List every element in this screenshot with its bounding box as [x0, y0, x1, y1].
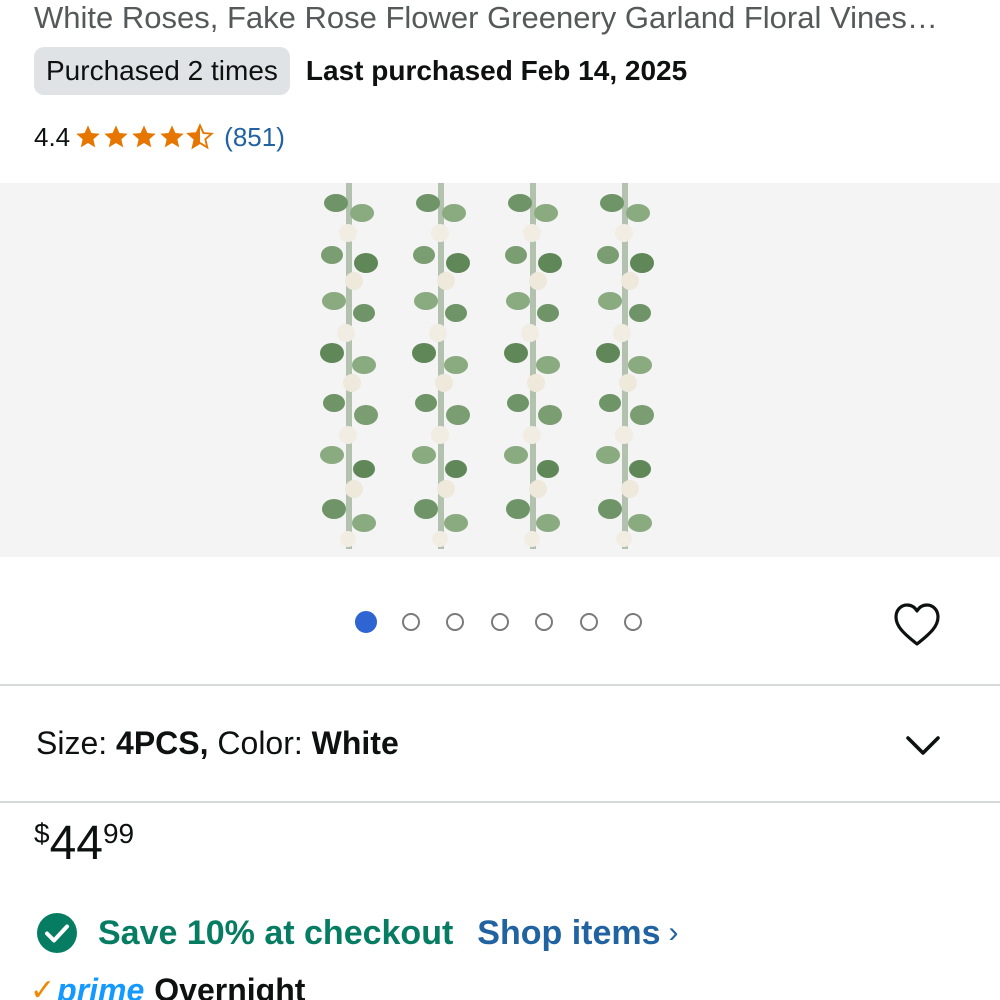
gallery-dot[interactable] — [535, 613, 553, 631]
star-half-icon — [186, 123, 215, 150]
chevron-right-icon[interactable]: › — [669, 916, 679, 950]
check-circle-icon — [37, 913, 77, 953]
gallery-dot[interactable] — [624, 613, 642, 631]
gallery-dot[interactable] — [490, 613, 509, 631]
promo-text: Save 10% at checkout — [98, 913, 454, 952]
gallery-dot[interactable] — [446, 613, 464, 631]
shop-items-link[interactable]: Shop items — [477, 914, 660, 953]
heart-icon[interactable] — [893, 602, 941, 648]
color-label: Color: — [208, 725, 312, 761]
product-photo-garlands[interactable] — [318, 183, 682, 549]
rating-row[interactable]: 4.4 (851) — [34, 117, 285, 157]
size-label: Size: — [36, 725, 117, 761]
star-full-icon — [160, 125, 184, 148]
last-purchased-text: Last purchased Feb 14, 2025 — [305, 55, 688, 86]
gallery-pagination — [355, 611, 669, 633]
price-whole: 44 — [49, 817, 103, 870]
divider — [0, 684, 1000, 686]
rating-stars — [74, 123, 215, 151]
image-gallery[interactable] — [0, 183, 1000, 557]
purchase-history-row: Purchased 2 times Last purchased Feb 14,… — [34, 47, 687, 95]
divider — [0, 801, 1000, 803]
promo-row: Save 10% at checkout Shop items › — [36, 910, 679, 956]
delivery-row: ✓ prime Overnight — [30, 970, 305, 1000]
price-symbol: $ — [34, 818, 50, 849]
gallery-dot[interactable] — [401, 613, 420, 631]
price: $ 44 99 — [34, 812, 134, 872]
chevron-down-icon[interactable] — [903, 730, 943, 760]
prime-logo: ✓ prime — [30, 972, 144, 1000]
price-fraction: 99 — [102, 818, 135, 849]
prime-label: prime — [57, 971, 145, 1000]
size-value: 4PCS, — [116, 725, 209, 761]
gallery-dot[interactable] — [579, 613, 598, 631]
delivery-text: Overnight — [154, 971, 306, 1000]
rating-count-link[interactable]: (851) — [224, 122, 285, 153]
variation-selector[interactable]: Size: 4PCS, Color: White — [0, 687, 1000, 801]
garland-vine — [320, 183, 378, 549]
star-full-icon — [132, 125, 156, 148]
rating-value: 4.4 — [34, 121, 71, 152]
gallery-dot-active[interactable] — [355, 611, 377, 633]
product-page: White Roses, Fake Rose Flower Greenery G… — [0, 0, 1000, 1000]
variation-text: Size: 4PCS, Color: White — [36, 725, 399, 762]
prime-check-icon: ✓ — [30, 973, 56, 1000]
star-full-icon — [104, 125, 128, 148]
color-value: White — [311, 725, 399, 761]
purchased-badge[interactable]: Purchased 2 times — [34, 47, 290, 95]
star-full-icon — [76, 125, 100, 148]
product-title[interactable]: White Roses, Fake Rose Flower Greenery G… — [34, 0, 974, 36]
